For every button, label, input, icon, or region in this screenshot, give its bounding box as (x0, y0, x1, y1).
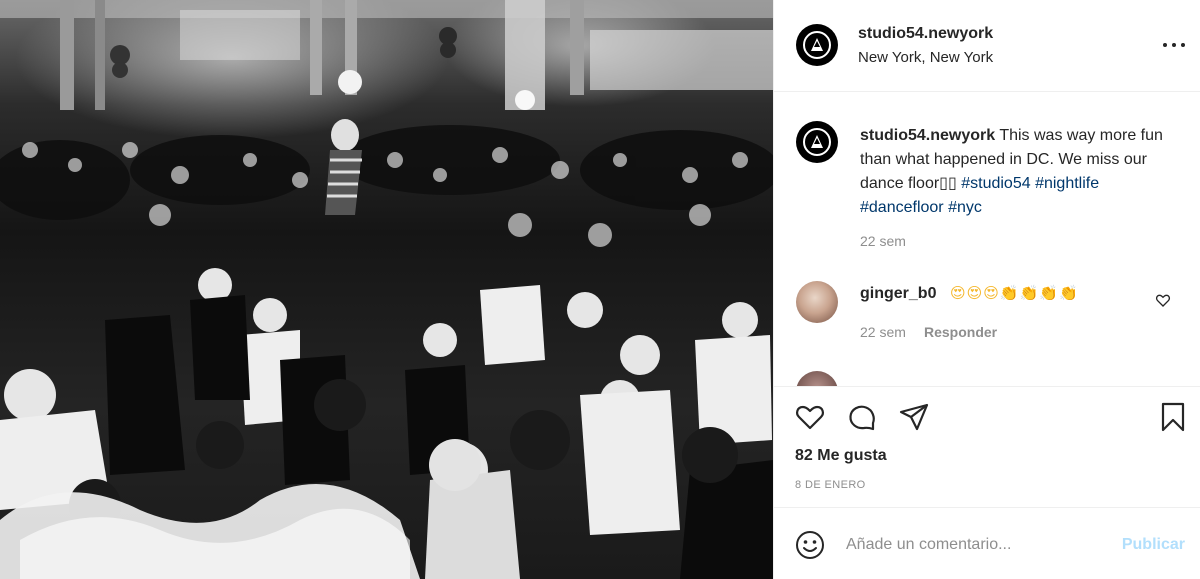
hashtag-link[interactable]: #nyc (948, 199, 982, 216)
post-date[interactable]: 8 DE ENERO (795, 479, 866, 491)
post-photo[interactable] (0, 0, 773, 579)
dancing-crowd (0, 119, 773, 579)
header-username[interactable]: studio54.newyork (858, 25, 993, 43)
comment-like-heart-icon[interactable] (1155, 292, 1171, 308)
hashtag-link[interactable]: #nightlife (1035, 175, 1099, 192)
emoji-icon[interactable] (794, 529, 826, 561)
reply-button[interactable]: Responder (924, 324, 997, 340)
comment-icon[interactable] (846, 401, 878, 433)
bookmark-icon[interactable] (1157, 401, 1189, 433)
hashtag-link[interactable]: #studio54 (961, 175, 1030, 192)
post-actions: 82 Me gusta 8 DE ENERO (774, 386, 1200, 506)
studio54-logo-icon (803, 128, 831, 156)
caption: studio54.newyork This was way more fun t… (860, 124, 1180, 220)
comment-username[interactable]: ginger_b0 (860, 285, 936, 303)
comment-input[interactable] (846, 530, 1096, 560)
post-header: studio54.newyork New York, New York (774, 0, 1200, 92)
post-comment-button[interactable]: Publicar (1122, 536, 1185, 554)
comment-timestamp: 22 sem (860, 324, 906, 340)
commenter-avatar[interactable] (796, 281, 838, 323)
commenter-avatar[interactable] (796, 371, 838, 386)
caption-avatar[interactable] (796, 121, 838, 163)
header-location[interactable]: New York, New York (858, 49, 993, 66)
ellipsis-dot (1172, 43, 1176, 47)
ellipsis-icon (1163, 43, 1167, 47)
caption-timestamp: 22 sem (860, 233, 906, 249)
more-options-button[interactable] (1163, 36, 1185, 54)
ellipsis-dot (1181, 43, 1185, 47)
heart-icon[interactable] (794, 401, 826, 433)
likes-count[interactable]: 82 Me gusta (795, 447, 887, 465)
caption-username[interactable]: studio54.newyork (860, 127, 995, 144)
comments-list[interactable]: studio54.newyork This was way more fun t… (774, 93, 1200, 386)
studio54-logo-icon (803, 31, 831, 59)
hashtag-link[interactable]: #dancefloor (860, 199, 944, 216)
avatar[interactable] (796, 24, 838, 66)
share-icon[interactable] (898, 401, 930, 433)
post-details-panel: studio54.newyork New York, New York stud… (773, 0, 1200, 579)
add-comment-bar: Publicar (774, 507, 1200, 579)
comment-text: 😍😍😍👏👏👏👏 (950, 285, 1079, 302)
